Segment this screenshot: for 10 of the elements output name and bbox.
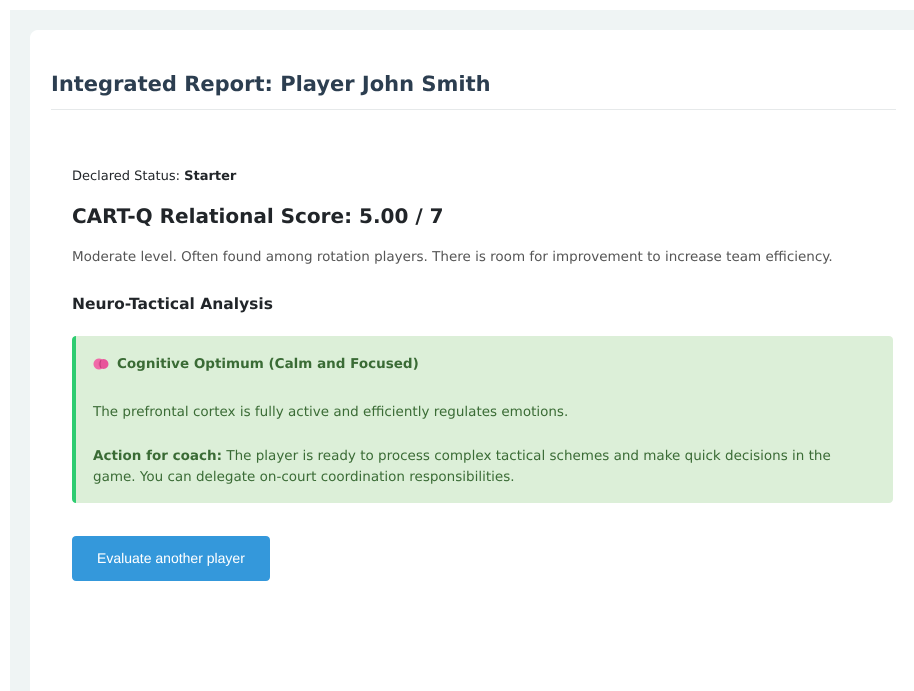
brain-icon [93,356,109,371]
report-title: Integrated Report: Player John Smith [51,72,896,110]
coach-action-text: Action for coach: The player is ready to process complex tactical schemes and make quick decisions in the game. You can delegate on-court coordination responsibilities. [93,446,832,488]
analysis-summary: The prefrontal cortex is fully active and efficiently regulates emotions. [93,403,570,422]
score-heading: CART-Q Relational Score: 5.00 / 7 [72,202,445,230]
score-description: Moderate level. Often found among rotation players. There is room for improvement to increase team efficiency. [72,248,834,267]
analysis-heading: Neuro-Tactical Analysis [72,294,274,315]
evaluate-another-player-button[interactable]: Evaluate another player [72,536,270,581]
analysis-title: Cognitive Optimum (Calm and Focused) [117,354,419,374]
status-text: Declared Status: Starter [72,168,238,186]
